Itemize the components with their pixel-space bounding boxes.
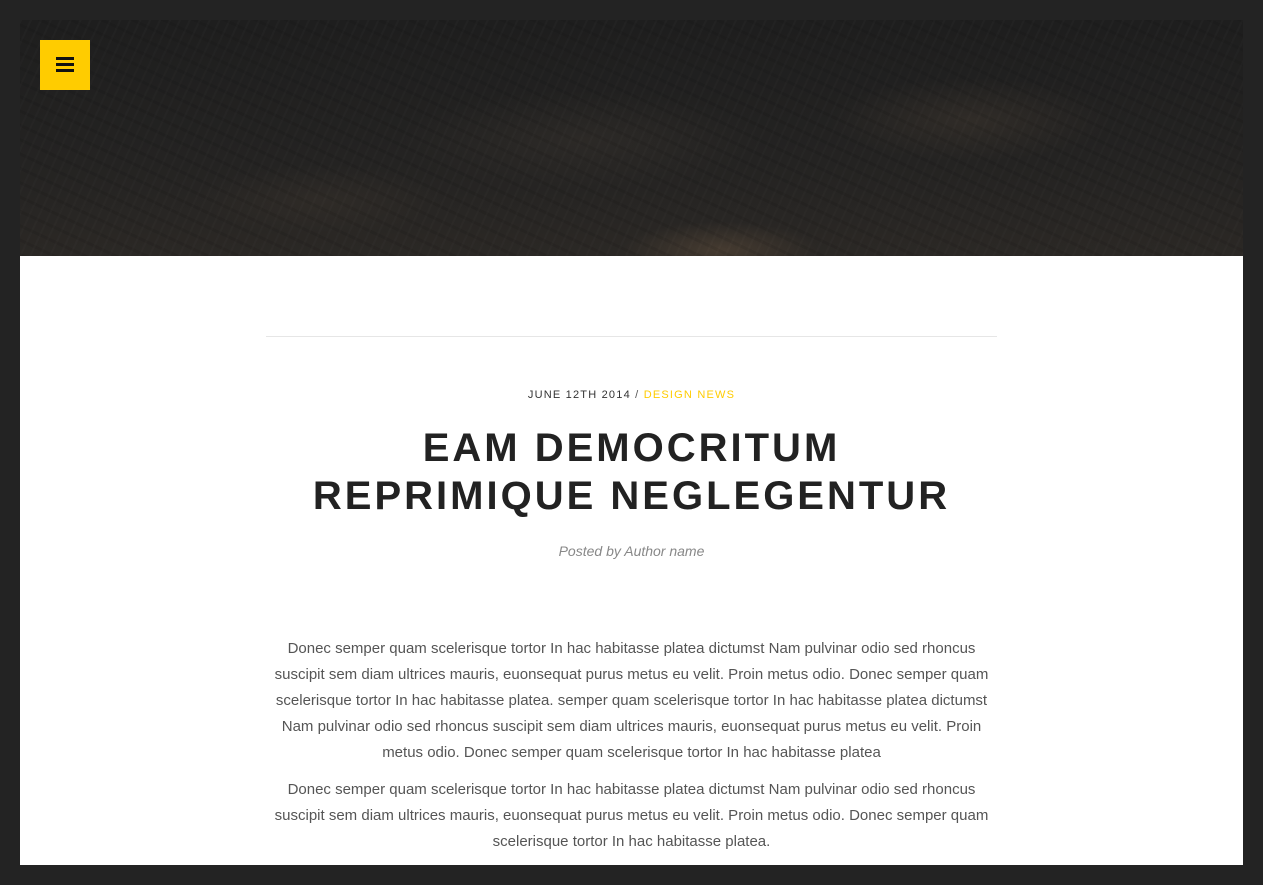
body-paragraph: Donec semper quam scelerisque tortor In …	[274, 640, 989, 761]
hero-image	[20, 20, 1243, 256]
body-paragraph: Donec semper quam scelerisque tortor In …	[274, 781, 989, 850]
menu-button[interactable]	[40, 40, 90, 90]
meta-separator: /	[635, 389, 640, 401]
category-link[interactable]: DESIGN NEWS	[644, 389, 735, 401]
post-title-line-2: REPRIMIQUE NEGLEGENTUR	[312, 474, 951, 518]
hamburger-menu-icon	[56, 57, 74, 72]
page-frame: JUNE 12TH 2014 / DESIGN NEWS EAM DEMOCRI…	[20, 20, 1243, 865]
post-content: JUNE 12TH 2014 / DESIGN NEWS EAM DEMOCRI…	[20, 256, 1243, 865]
post-date: JUNE 12TH 2014	[527, 389, 631, 401]
post-meta: JUNE 12TH 2014 / DESIGN NEWS	[20, 389, 1243, 401]
post-title-line-1: EAM DEMOCRITUM	[422, 426, 841, 470]
post-title: EAM DEMOCRITUM REPRIMIQUE NEGLEGENTUR	[266, 424, 997, 520]
post-body: Donec semper quam scelerisque tortor In …	[270, 636, 993, 865]
post-byline: Posted by Author name	[558, 543, 705, 559]
hero-texture	[20, 20, 1243, 256]
divider	[266, 336, 997, 337]
